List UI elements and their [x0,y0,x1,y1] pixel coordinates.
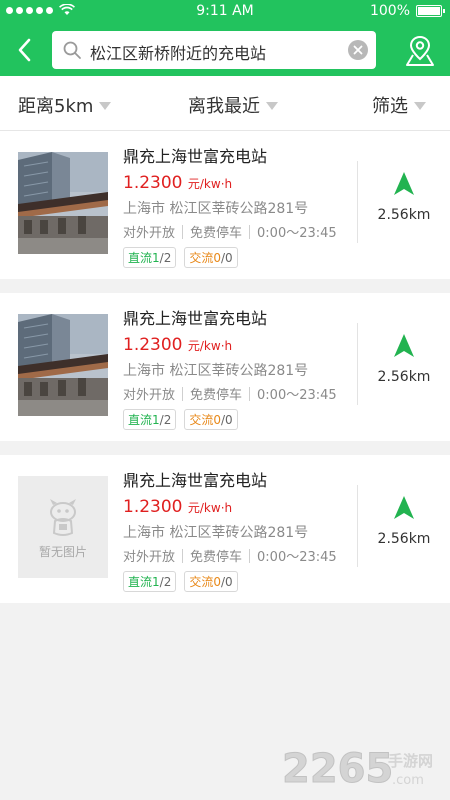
chevron-left-icon [18,38,31,62]
svg-text:手游网: 手游网 [388,752,433,770]
price-unit: 元/kw·h [187,177,233,191]
dc-charger-badge: 直流1/2 [123,571,177,592]
station-distance: 2.56km [377,531,431,547]
charger-tags: 直流1/2 交流0/0 [123,571,353,592]
filter-bar: 距离5km 离我最近 筛选 [0,76,450,131]
station-card[interactable]: 鼎充上海世富充电站 1.2300 元/kw·h 上海市 松江区莘砖公路281号 … [0,293,450,441]
status-bar: 9:11 AM 100% [0,0,450,24]
no-image-text: 暂无图片 [38,544,87,559]
station-price: 1.2300 元/kw·h [123,497,353,517]
filter-more-label: 筛选 [372,96,408,117]
meta-divider [182,224,184,239]
caret-down-icon [99,102,112,110]
navigate-button[interactable]: 2.56km [358,333,450,385]
access-text: 对外开放 [123,550,176,565]
station-meta: 对外开放 免费停车 0:00～23:45 [123,384,353,403]
station-photo [18,314,108,416]
battery-group: 100% [369,3,445,19]
station-meta: 对外开放 免费停车 0:00～23:45 [123,222,353,241]
meta-divider [182,548,184,563]
station-address: 上海市 松江区莘砖公路281号 [123,363,309,379]
clear-icon [353,45,363,55]
battery-icon [416,5,445,17]
station-price: 1.2300 元/kw·h [123,335,353,355]
meta-divider [249,548,251,563]
hours-text: 0:00～23:45 [257,550,337,565]
parking-text: 免费停车 [190,226,243,241]
filter-more[interactable]: 筛选 [372,92,426,118]
mascot-placeholder-icon [50,498,76,536]
dc-charger-badge: 直流1/2 [123,247,177,268]
filter-sort-label: 离我最近 [188,96,260,117]
station-info: 鼎充上海世富充电站 1.2300 元/kw·h 上海市 松江区莘砖公路281号 … [123,305,353,430]
search-query-text: 松江区新桥附近的充电站 [90,44,267,63]
price-unit: 元/kw·h [187,501,233,515]
ac-charger-badge: 交流0/0 [184,571,238,592]
dc-charger-badge: 直流1/2 [123,409,177,430]
caret-down-icon [414,102,426,110]
navigate-arrow-icon [394,334,414,357]
station-card[interactable]: 鼎充上海世富充电站 1.2300 元/kw·h 上海市 松江区莘砖公路281号 … [0,131,450,279]
station-name: 鼎充上海世富充电站 [123,471,268,490]
parking-text: 免费停车 [190,388,243,403]
station-info: 鼎充上海世富充电站 1.2300 元/kw·h 上海市 松江区莘砖公路281号 … [123,143,353,268]
map-view-button[interactable] [404,34,436,68]
station-price: 1.2300 元/kw·h [123,173,353,193]
battery-percent: 100% [369,3,410,19]
ac-charger-badge: 交流0/0 [184,247,238,268]
station-distance: 2.56km [377,207,431,223]
station-name: 鼎充上海世富充电站 [123,309,268,328]
meta-divider [182,386,184,401]
charger-tags: 直流1/2 交流0/0 [123,409,353,430]
meta-divider [249,224,251,239]
price-value: 1.2300 [123,335,183,355]
hours-text: 0:00～23:45 [257,388,337,403]
no-image-placeholder: 暂无图片 [18,476,108,578]
filter-distance[interactable]: 距离5km [18,92,112,118]
filter-sort[interactable]: 离我最近 [188,92,278,118]
price-value: 1.2300 [123,497,183,517]
ac-charger-badge: 交流0/0 [184,409,238,430]
station-address: 上海市 松江区莘砖公路281号 [123,525,309,541]
svg-text:.com: .com [392,773,424,788]
navigate-arrow-icon [394,172,414,195]
search-icon [63,41,81,59]
station-meta: 对外开放 免费停车 0:00～23:45 [123,546,353,565]
station-card[interactable]: 暂无图片 鼎充上海世富充电站 1.2300 元/kw·h 上海市 松江区莘砖公路… [0,455,450,603]
access-text: 对外开放 [123,388,176,403]
svg-text:2265: 2265 [282,746,393,790]
station-address: 上海市 松江区莘砖公路281号 [123,201,309,217]
station-distance: 2.56km [377,369,431,385]
hours-text: 0:00～23:45 [257,226,337,241]
caret-down-icon [266,102,278,110]
app-header: 9:11 AM 100% 松江区新桥附近的充电站 [0,0,450,76]
site-watermark-logo: 2265 手游网 .com [282,746,433,791]
meta-divider [249,386,251,401]
access-text: 对外开放 [123,226,176,241]
search-input[interactable]: 松江区新桥附近的充电站 [52,31,376,69]
price-unit: 元/kw·h [187,339,233,353]
station-info: 鼎充上海世富充电站 1.2300 元/kw·h 上海市 松江区莘砖公路281号 … [123,467,353,592]
navigate-button[interactable]: 2.56km [358,495,450,547]
back-button[interactable] [10,34,38,66]
charger-tags: 直流1/2 交流0/0 [123,247,353,268]
price-value: 1.2300 [123,173,183,193]
station-name: 鼎充上海世富充电站 [123,147,268,166]
parking-text: 免费停车 [190,550,243,565]
clear-search-button[interactable] [348,40,368,60]
navigate-arrow-icon [394,496,414,519]
navigate-button[interactable]: 2.56km [358,171,450,223]
map-pin-icon [406,35,434,66]
station-photo [18,152,108,254]
filter-distance-label: 距离5km [18,96,94,117]
